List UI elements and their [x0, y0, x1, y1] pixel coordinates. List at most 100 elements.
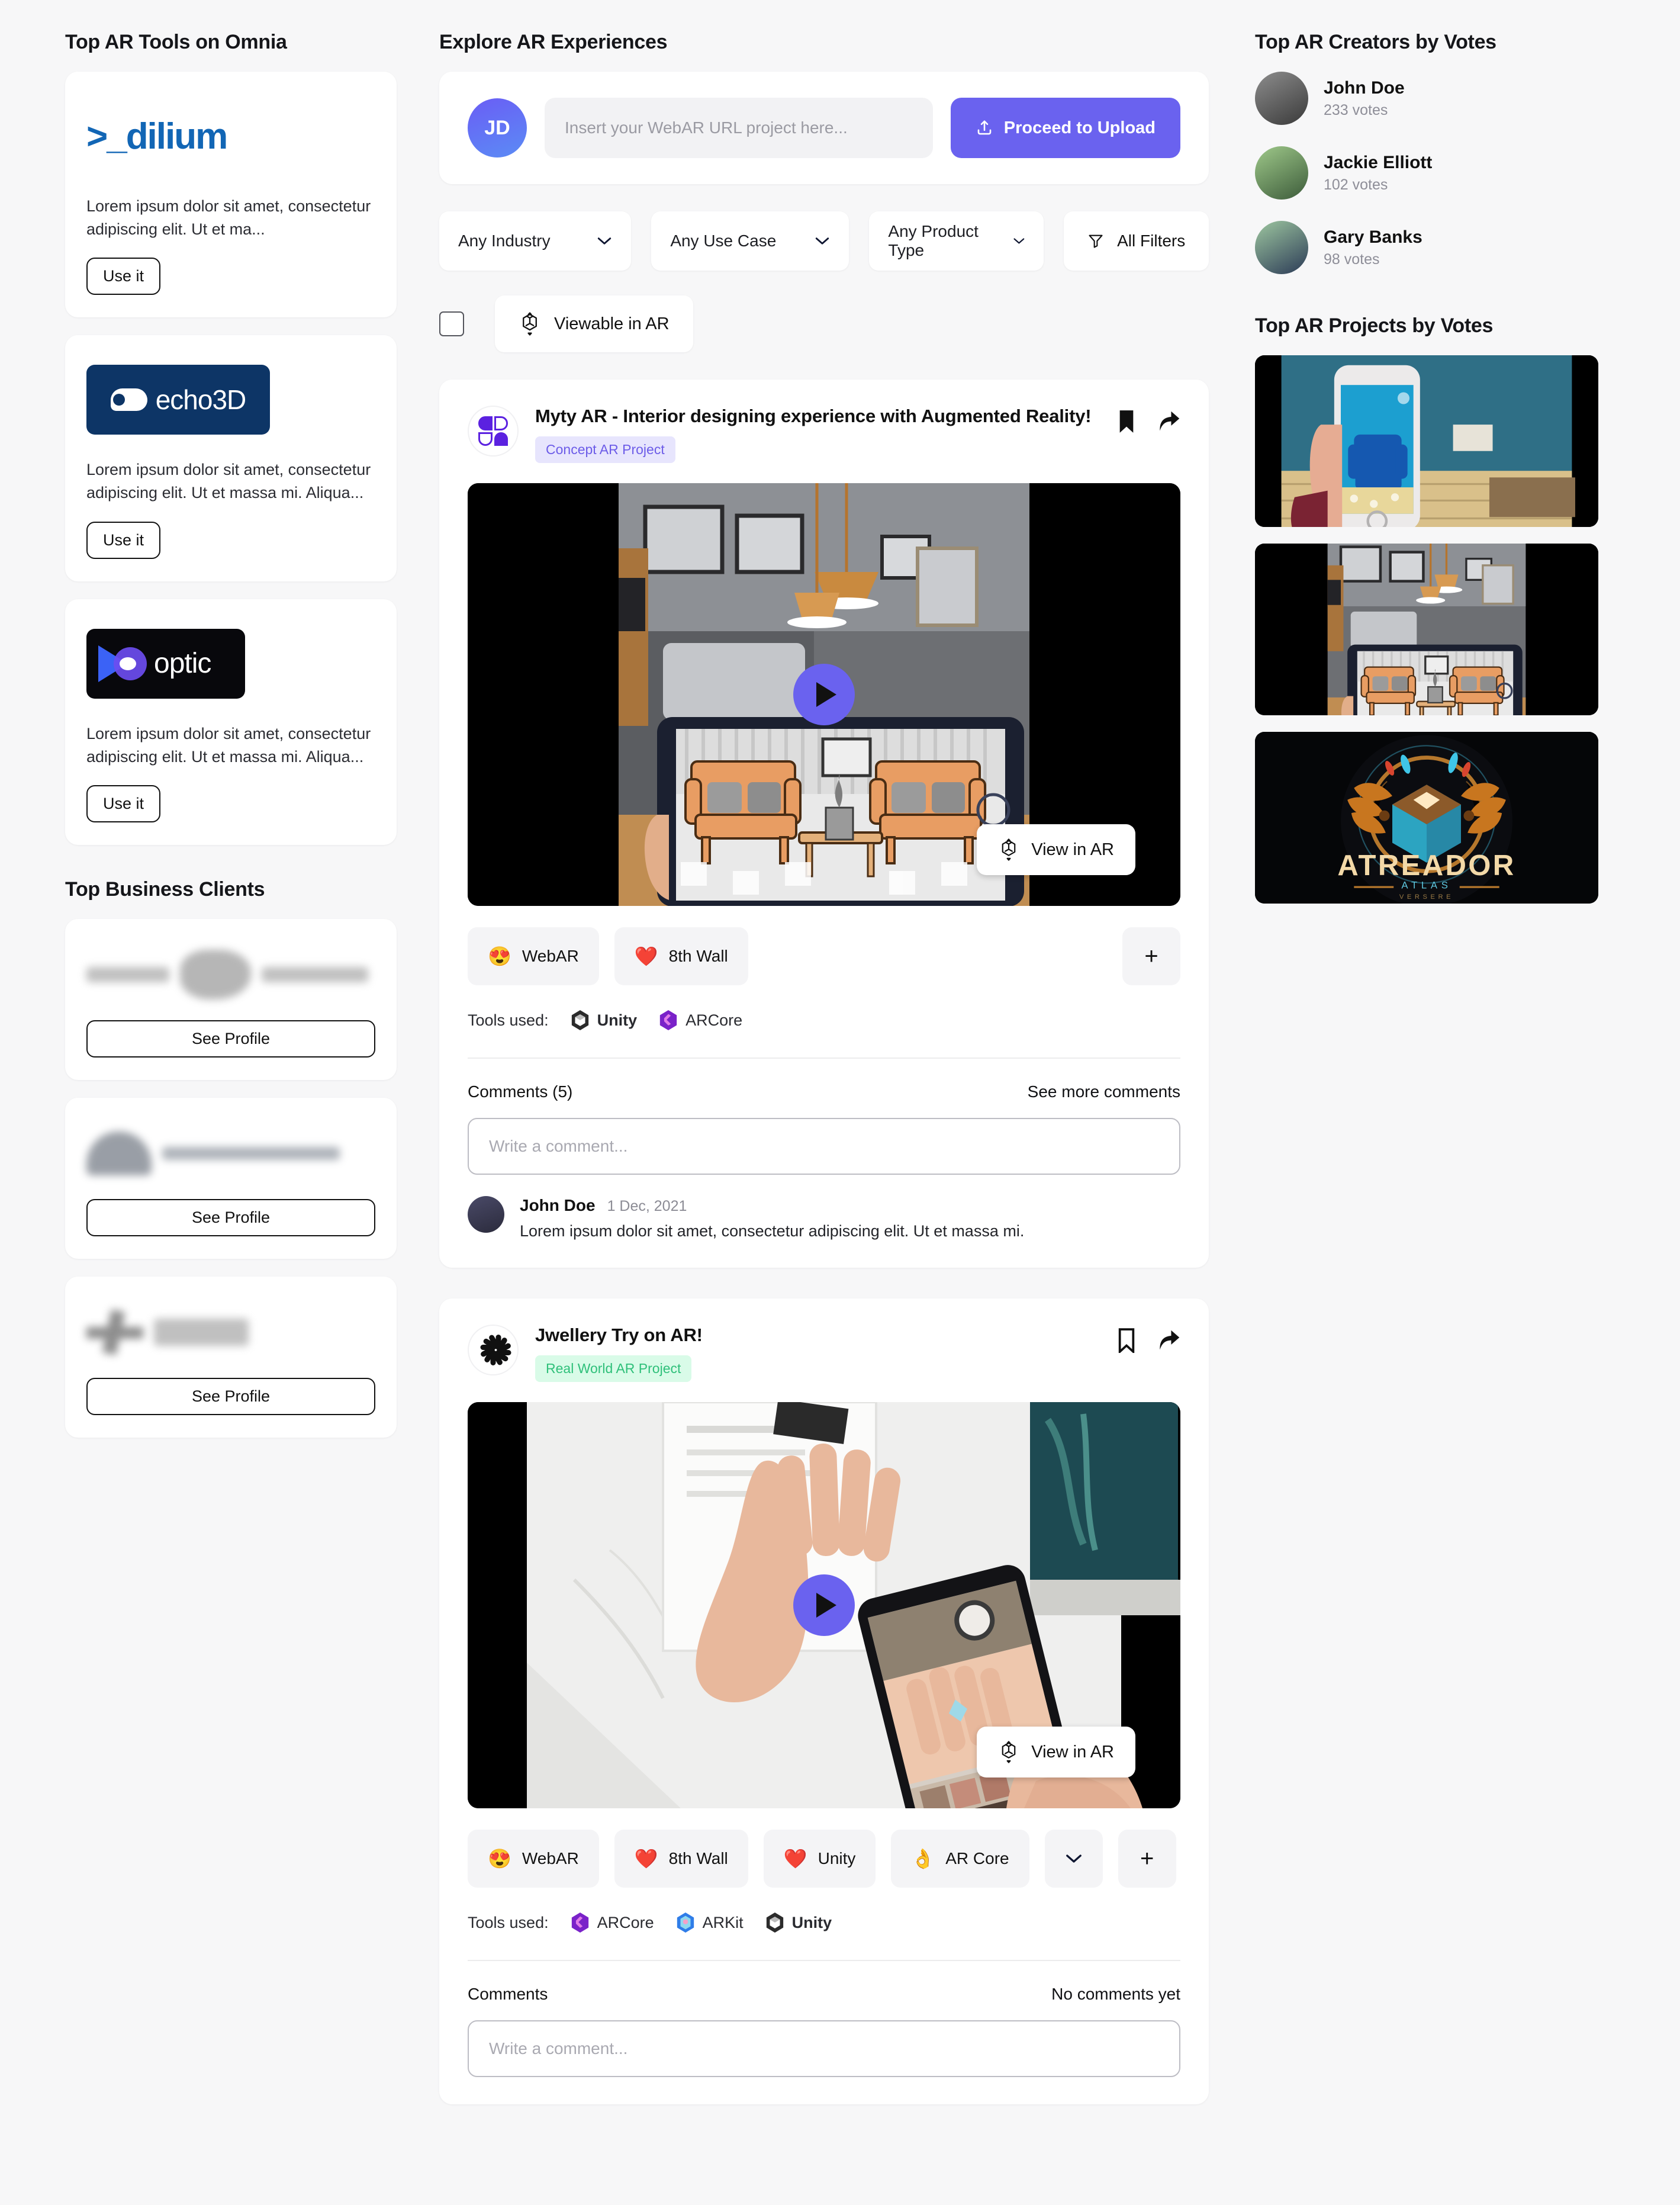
arcore-icon: [659, 1010, 677, 1030]
tool-card-dilium[interactable]: >_dilium Lorem ipsum dolor sit amet, con…: [65, 72, 397, 318]
reaction-pill-webar[interactable]: 😍 WebAR: [468, 1830, 599, 1888]
see-profile-button[interactable]: See Profile: [86, 1020, 375, 1058]
top-ar-projects-heading: Top AR Projects by Votes: [1255, 314, 1494, 337]
post-media-interior[interactable]: View in AR: [468, 483, 1180, 906]
post-badge: Concept AR Project: [535, 436, 675, 463]
tools-used-row: Tools used: ARCore ARKit Unity: [468, 1911, 1180, 1934]
reaction-pill-8thwall[interactable]: ❤️ 8th Wall: [614, 1830, 748, 1888]
heart-eyes-emoji: 😍: [488, 946, 511, 967]
play-button[interactable]: [793, 664, 855, 725]
view-in-ar-button[interactable]: View in AR: [977, 824, 1135, 875]
use-case-select[interactable]: Any Use Case: [651, 211, 849, 271]
tool-card-echo3d[interactable]: echo3D Lorem ipsum dolor sit amet, conse…: [65, 335, 397, 581]
see-more-comments-link[interactable]: See more comments: [1028, 1082, 1180, 1101]
more-reactions-button[interactable]: [1044, 1830, 1103, 1888]
tool-description: Lorem ipsum dolor sit amet, consectetur …: [86, 197, 371, 239]
tools-used-label: Tools used:: [468, 1011, 549, 1029]
echo3d-logo-text: echo3D: [155, 384, 247, 416]
reaction-bar: 😍 WebAR ❤️ 8th Wall ❤️ Unity 👌 AR Core +: [468, 1830, 1180, 1888]
all-filters-button[interactable]: All Filters: [1064, 211, 1209, 271]
heart-emoji: ❤️: [783, 1848, 807, 1869]
client-logo-blurred: [86, 1121, 375, 1185]
share-icon[interactable]: [1158, 1328, 1180, 1353]
client-logo-blurred: [86, 943, 375, 1007]
webar-url-input[interactable]: [545, 98, 933, 158]
reaction-pill-arcore[interactable]: 👌 AR Core: [891, 1830, 1029, 1888]
bookmark-icon[interactable]: [1116, 1328, 1137, 1353]
product-type-select-value: Any Product Type: [888, 222, 979, 259]
post-avatar: [468, 1325, 519, 1375]
view-in-ar-button[interactable]: View in AR: [977, 1727, 1135, 1777]
filter-icon: [1089, 234, 1103, 248]
reaction-pill-8thwall[interactable]: ❤️ 8th Wall: [614, 927, 748, 985]
dilium-logo-text: >_dilium: [86, 115, 228, 157]
no-comments-label: No comments yet: [1051, 1985, 1180, 2003]
view-in-ar-label: View in AR: [1031, 840, 1114, 859]
tool-description: Lorem ipsum dolor sit amet, consectetur …: [86, 724, 371, 766]
see-profile-button[interactable]: See Profile: [86, 1377, 375, 1415]
tool-name: ARCore: [685, 1011, 743, 1029]
chevron-down-icon: [816, 237, 829, 245]
bookmark-icon[interactable]: [1116, 409, 1137, 434]
ar-cube-icon: [1002, 838, 1016, 861]
use-it-button-dilium[interactable]: Use it: [86, 258, 161, 295]
burst-logo-icon: [477, 1333, 512, 1367]
creator-item[interactable]: Gary Banks 98 votes: [1255, 221, 1598, 274]
product-type-select[interactable]: Any Product Type: [869, 211, 1044, 271]
svg-text:ATLAS: ATLAS: [1401, 879, 1452, 891]
reaction-pill-unity[interactable]: ❤️ Unity: [763, 1830, 876, 1888]
filter-bar: Any Industry Any Use Case Any Product Ty…: [439, 211, 1209, 271]
arcore-icon: [571, 1912, 588, 1933]
client-card[interactable]: See Profile: [65, 1097, 397, 1259]
creator-item[interactable]: Jackie Elliott 102 votes: [1255, 146, 1598, 200]
add-reaction-button[interactable]: +: [1122, 927, 1180, 985]
creator-votes: 98 votes: [1324, 250, 1380, 268]
viewable-in-ar-checkbox[interactable]: [439, 311, 464, 336]
creator-name: John Doe: [1324, 78, 1405, 98]
upload-icon: [977, 120, 992, 135]
use-it-button-optic[interactable]: Use it: [86, 785, 161, 822]
tool-card-optic[interactable]: optic Lorem ipsum dolor sit amet, consec…: [65, 599, 397, 845]
reaction-pill-webar[interactable]: 😍 WebAR: [468, 927, 599, 985]
heart-eyes-emoji: 😍: [488, 1848, 511, 1869]
view-in-ar-label: View in AR: [1031, 1742, 1114, 1762]
viewable-in-ar-row: Viewable in AR: [439, 295, 1209, 352]
tool-name: ARKit: [702, 1913, 744, 1931]
post-badge: Real World AR Project: [535, 1355, 692, 1382]
myty-logo-icon: [478, 416, 508, 446]
divider: [468, 1058, 1180, 1059]
unity-icon: [766, 1912, 783, 1933]
reaction-label: WebAR: [522, 1849, 579, 1867]
post-media-jewellery[interactable]: View in AR: [468, 1402, 1180, 1808]
add-reaction-button[interactable]: +: [1118, 1830, 1176, 1888]
proceed-to-upload-button[interactable]: Proceed to Upload: [950, 98, 1180, 158]
reaction-bar: 😍 WebAR ❤️ 8th Wall +: [468, 927, 1180, 985]
creator-name: Gary Banks: [1324, 227, 1422, 247]
industry-select[interactable]: Any Industry: [439, 211, 632, 271]
viewable-in-ar-button[interactable]: Viewable in AR: [495, 295, 693, 352]
project-thumbnail[interactable]: [1255, 544, 1598, 715]
chevron-down-icon: [1013, 238, 1024, 244]
client-card[interactable]: See Profile: [65, 918, 397, 1080]
project-thumbnail[interactable]: ATREADOR ATLAS VERSERE: [1255, 732, 1598, 904]
share-icon[interactable]: [1158, 409, 1180, 434]
play-button[interactable]: [793, 1574, 855, 1636]
tool-chip-arcore: ARCore: [570, 1911, 654, 1934]
comments-header: Comments (5) See more comments: [468, 1082, 1180, 1101]
see-profile-button[interactable]: See Profile: [86, 1198, 375, 1236]
proceed-to-upload-label: Proceed to Upload: [1003, 118, 1156, 137]
arkit-icon: [677, 1912, 694, 1933]
use-case-select-value: Any Use Case: [670, 232, 777, 250]
app-root: Top AR Tools on Omnia >_dilium Lorem ips…: [0, 0, 1680, 2205]
creator-votes: 102 votes: [1324, 176, 1388, 193]
comment-date: 1 Dec, 2021: [607, 1198, 687, 1214]
project-thumbnail[interactable]: [1255, 355, 1598, 527]
comment-input[interactable]: [468, 2020, 1180, 2077]
creator-item[interactable]: John Doe 233 votes: [1255, 72, 1598, 125]
client-card[interactable]: See Profile: [65, 1276, 397, 1438]
comment-text: Lorem ipsum dolor sit amet, consectetur …: [520, 1222, 1025, 1240]
avatar: [468, 1196, 504, 1233]
use-it-button-echo3d[interactable]: Use it: [86, 521, 161, 559]
comment-input[interactable]: [468, 1118, 1180, 1175]
upload-bar: JD Proceed to Upload: [439, 72, 1209, 184]
